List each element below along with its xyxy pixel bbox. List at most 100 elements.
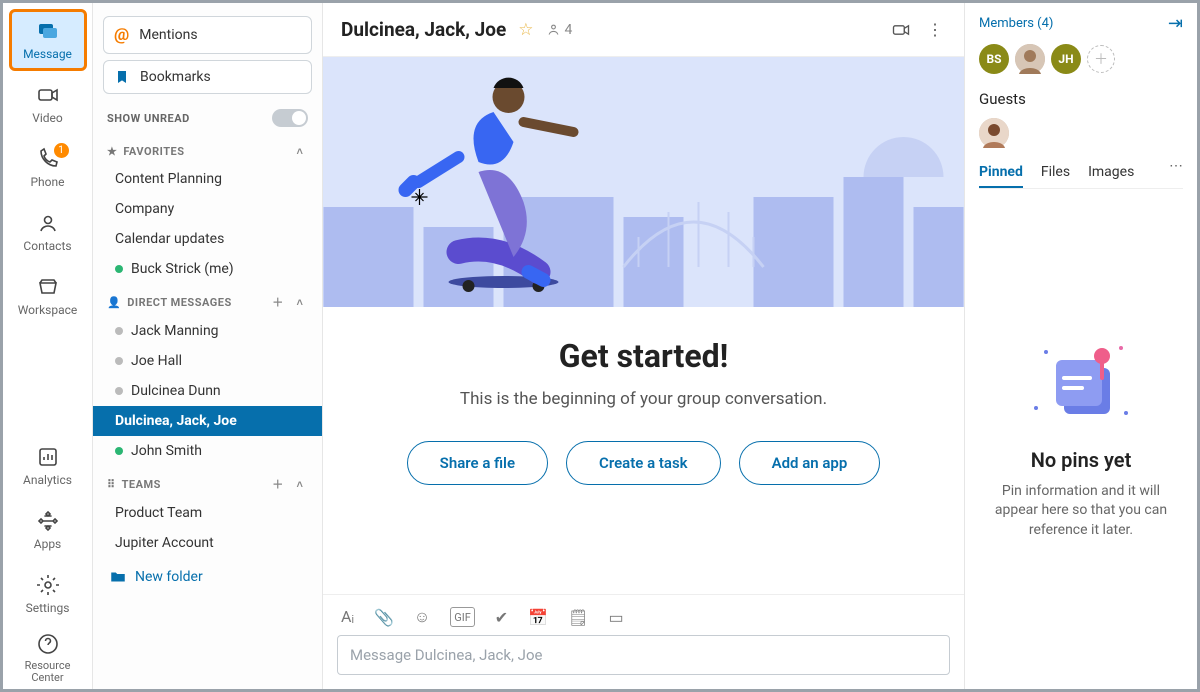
pins-empty-body: Pin information and it will appear here … — [985, 482, 1177, 541]
rail-label: Phone — [30, 175, 64, 189]
rail-label: Contacts — [23, 239, 71, 253]
message-input[interactable] — [337, 635, 950, 675]
rail-analytics[interactable]: Analytics — [9, 435, 87, 497]
new-folder-button[interactable]: New folder — [93, 558, 322, 596]
message-icon — [36, 19, 60, 43]
favorites-header[interactable]: ★ FAVORITES ˄ — [93, 135, 322, 164]
presence-dot — [115, 357, 123, 365]
avatar[interactable]: JH — [1051, 44, 1081, 74]
dm-item[interactable]: John Smith — [93, 436, 322, 466]
star-icon[interactable]: ☆ — [518, 20, 533, 40]
welcome-title: Get started! — [559, 337, 729, 375]
teams-icon: ⠿ — [107, 478, 116, 491]
at-icon: @ — [114, 25, 129, 45]
members-link[interactable]: Members (4) — [979, 16, 1053, 31]
contacts-icon — [36, 211, 60, 235]
rail-phone[interactable]: 1 Phone — [9, 137, 87, 199]
list-item-label: Calendar updates — [115, 231, 224, 247]
share-file-button[interactable]: Share a file — [407, 441, 548, 485]
emoji-icon[interactable]: ☺ — [414, 607, 430, 627]
team-item[interactable]: Jupiter Account — [93, 528, 322, 558]
presence-dot — [115, 327, 123, 335]
chat-header: Dulcinea, Jack, Joe ☆ 4 ⋮ — [323, 3, 964, 57]
list-item-label: Product Team — [115, 505, 202, 521]
presence-dot — [115, 447, 123, 455]
pins-illustration — [1026, 338, 1136, 438]
create-task-button[interactable]: Create a task — [566, 441, 721, 485]
avatar-photo-icon — [1015, 44, 1045, 74]
team-item[interactable]: Product Team — [93, 498, 322, 528]
favorite-item[interactable]: Buck Strick (me) — [93, 254, 322, 284]
presence-dot — [115, 265, 123, 273]
list-item-label: John Smith — [131, 443, 202, 459]
direct-title: DIRECT MESSAGES — [127, 296, 232, 309]
chat-main: Dulcinea, Jack, Joe ☆ 4 ⋮ — [323, 3, 965, 689]
analytics-icon — [36, 445, 60, 469]
more-icon[interactable]: ⋮ — [924, 19, 946, 41]
avatar[interactable] — [1015, 44, 1045, 74]
dm-item[interactable]: Dulcinea Dunn — [93, 376, 322, 406]
dm-item[interactable]: Jack Manning — [93, 316, 322, 346]
workspace-icon — [36, 275, 60, 299]
attach-icon[interactable]: 📎 — [374, 607, 394, 627]
rail-settings[interactable]: Settings — [9, 563, 87, 625]
plus-icon[interactable]: ＋ — [270, 476, 286, 492]
list-item-label: Company — [115, 201, 174, 217]
nav-rail: Message Video 1 Phone Contacts Workspace… — [3, 3, 93, 689]
favorite-item[interactable]: Company — [93, 194, 322, 224]
task-icon[interactable]: ✔ — [495, 607, 508, 627]
code-icon[interactable]: ▭ — [608, 607, 623, 627]
guest-avatar[interactable] — [979, 118, 1009, 148]
member-count-value: 4 — [565, 22, 573, 38]
plus-icon[interactable]: ＋ — [270, 294, 286, 310]
rail-label: Resource Center — [9, 660, 87, 684]
start-video-icon[interactable] — [890, 19, 912, 41]
favorites-title: FAVORITES — [123, 145, 184, 158]
list-item-label: Content Planning — [115, 171, 222, 187]
tab-files[interactable]: Files — [1041, 158, 1070, 188]
folder-icon — [109, 568, 127, 586]
star-icon: ★ — [107, 145, 117, 158]
note-icon[interactable]: 🗒 — [568, 607, 588, 627]
dm-item[interactable]: Joe Hall — [93, 346, 322, 376]
dm-item-selected[interactable]: Dulcinea, Jack, Joe — [93, 406, 322, 436]
show-unread-toggle[interactable] — [272, 109, 308, 127]
rail-help[interactable]: Resource Center — [9, 627, 87, 689]
composer: Aᵢ 📎 ☺ GIF ✔ 📅 🗒 ▭ — [323, 594, 964, 689]
list-item-label: Jack Manning — [131, 323, 219, 339]
rail-contacts[interactable]: Contacts — [9, 201, 87, 263]
favorite-item[interactable]: Content Planning — [93, 164, 322, 194]
rail-label: Apps — [34, 537, 62, 551]
mentions-button[interactable]: @ Mentions — [103, 16, 312, 54]
format-icon[interactable]: Aᵢ — [341, 607, 354, 627]
gif-icon[interactable]: GIF — [450, 607, 475, 627]
bookmarks-button[interactable]: Bookmarks — [103, 60, 312, 94]
teams-header[interactable]: ⠿ TEAMS ＋ ˄ — [93, 466, 322, 498]
chevron-up-icon[interactable]: ˄ — [292, 296, 308, 309]
rail-workspace[interactable]: Workspace — [9, 265, 87, 327]
add-member-button[interactable]: ＋ — [1087, 45, 1115, 73]
rail-message[interactable]: Message — [9, 9, 87, 71]
favorite-item[interactable]: Calendar updates — [93, 224, 322, 254]
rail-label: Message — [23, 47, 72, 61]
welcome-subtitle: This is the beginning of your group conv… — [460, 389, 827, 409]
chevron-up-icon[interactable]: ˄ — [292, 145, 308, 158]
add-app-button[interactable]: Add an app — [739, 441, 881, 485]
calendar-icon[interactable]: 📅 — [528, 607, 548, 627]
collapse-panel-icon[interactable]: ⇥ — [1168, 13, 1183, 34]
tab-pinned[interactable]: Pinned — [979, 158, 1023, 188]
rail-apps[interactable]: Apps — [9, 499, 87, 561]
rail-label: Analytics — [23, 473, 72, 487]
chevron-up-icon[interactable]: ˄ — [292, 478, 308, 491]
member-count[interactable]: 4 — [546, 22, 573, 38]
list-item-label: Buck Strick (me) — [131, 261, 234, 277]
tab-more-icon[interactable]: ⋯ — [1169, 158, 1183, 188]
direct-header[interactable]: 👤 DIRECT MESSAGES ＋ ˄ — [93, 284, 322, 316]
avatar[interactable]: BS — [979, 44, 1009, 74]
rail-label: Workspace — [18, 303, 78, 317]
rail-label: Settings — [26, 601, 70, 615]
tab-images[interactable]: Images — [1088, 158, 1134, 188]
rail-video[interactable]: Video — [9, 73, 87, 135]
right-panel: Members (4) ⇥ BS JH ＋ Guests Pinned File… — [965, 3, 1197, 689]
phone-badge: 1 — [54, 143, 69, 158]
